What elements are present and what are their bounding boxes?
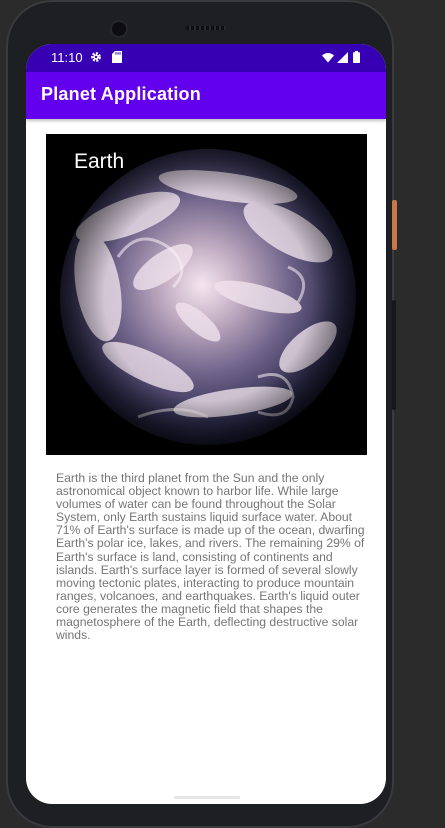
cell-signal-icon xyxy=(337,52,348,63)
earth-globe-image xyxy=(60,149,356,445)
volume-button[interactable] xyxy=(392,300,396,410)
planet-image-card: Earth xyxy=(46,134,367,455)
wifi-icon xyxy=(322,53,334,63)
front-camera xyxy=(112,22,126,36)
battery-icon xyxy=(353,51,360,63)
power-button[interactable] xyxy=(392,200,397,250)
phone-screen: 11:10 Planet Application Earth Earth is … xyxy=(26,44,386,804)
home-indicator[interactable] xyxy=(174,796,240,799)
gear-icon xyxy=(91,52,101,62)
earpiece-speaker xyxy=(186,26,226,30)
app-bar: Planet Application xyxy=(26,72,386,119)
phone-device-frame: 11:10 Planet Application Earth Earth is … xyxy=(6,0,394,828)
planet-name-label: Earth xyxy=(74,150,125,173)
planet-description: Earth is the third planet from the Sun a… xyxy=(56,471,365,643)
sd-card-icon xyxy=(112,51,122,63)
status-time: 11:10 xyxy=(51,50,83,65)
app-title: Planet Application xyxy=(41,84,201,104)
status-bar: 11:10 xyxy=(26,44,386,72)
